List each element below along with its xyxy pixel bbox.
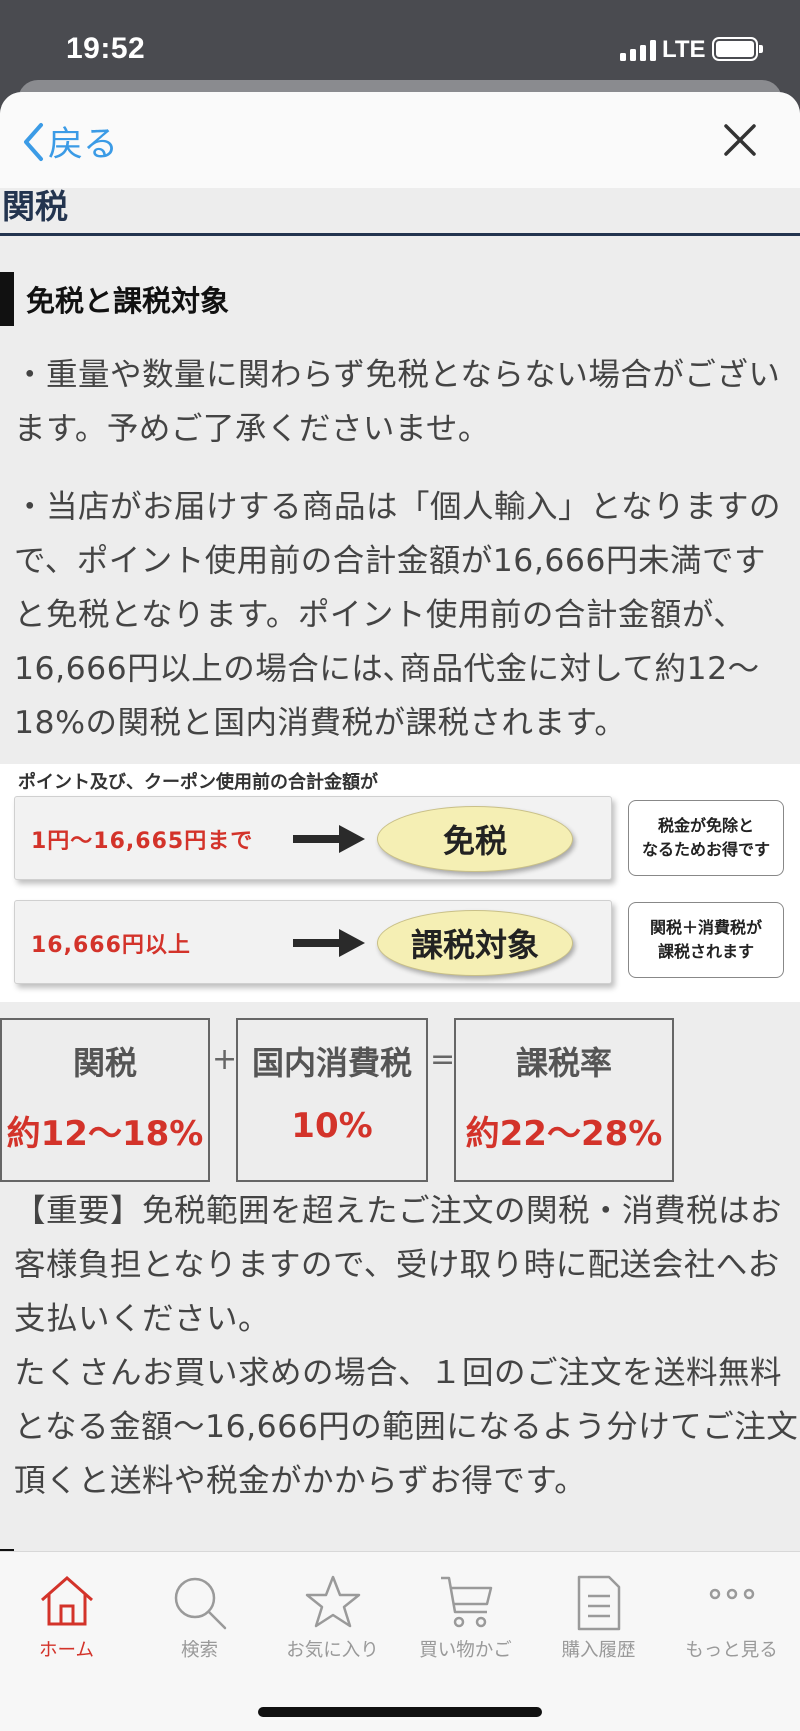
tier-note: 税金が免除と なるためお得です bbox=[628, 800, 784, 876]
formula-customs-duty: 関税 約12〜18% bbox=[0, 1018, 210, 1182]
formula-label: 関税 bbox=[72, 1044, 137, 1082]
signal-icon bbox=[620, 39, 656, 61]
tier-amount: 1円〜16,665円まで bbox=[31, 829, 254, 854]
tier-note-line: なるためお得です bbox=[641, 840, 770, 859]
important-notice-line: たくさんお買い求めの場合、１回のご注文を送料無料となる金額〜16,666円の範囲… bbox=[14, 1355, 799, 1499]
image-caption: ポイント及び、クーポン使用前の合計金額が bbox=[18, 772, 378, 793]
chevron-left-icon bbox=[24, 122, 43, 161]
tab-favorites[interactable]: お気に入り bbox=[266, 1552, 399, 1672]
tab-history[interactable]: 購入履歴 bbox=[532, 1552, 665, 1672]
formula-value: 約22〜28% bbox=[465, 1114, 663, 1154]
formula-label: 国内消費税 bbox=[251, 1044, 412, 1082]
cart-icon bbox=[440, 1576, 492, 1628]
home-indicator bbox=[258, 1707, 542, 1717]
tab-label: ホーム bbox=[39, 1640, 94, 1661]
tab-bar: ホーム 検索 お気に入り 買い物かご 購入履歴 もっと見る bbox=[0, 1551, 800, 1731]
back-label: 戻る bbox=[48, 125, 119, 165]
page-content: 関税 免税と課税対象 ・重量や数量に関わらず免税とならない場合がございます。予め… bbox=[0, 92, 800, 1555]
plus-sign: + bbox=[212, 1042, 238, 1077]
formula-value: 10% bbox=[291, 1106, 373, 1146]
tab-cart[interactable]: 買い物かご bbox=[399, 1552, 532, 1672]
tier-result: 課税対象 bbox=[377, 910, 573, 976]
equals-sign: = bbox=[430, 1042, 456, 1077]
formula-consumption-tax: 国内消費税 10% bbox=[236, 1018, 428, 1182]
tier-note-line: 課税されます bbox=[657, 942, 754, 961]
tier-note-line: 関税＋消費税が bbox=[649, 918, 762, 937]
back-button[interactable]: 戻る bbox=[22, 116, 118, 167]
tab-label: お気に入り bbox=[286, 1640, 379, 1661]
sub-heading: 免税と課税対象 bbox=[0, 272, 229, 326]
heading-marker bbox=[0, 272, 14, 326]
battery-icon bbox=[712, 37, 763, 61]
history-icon bbox=[577, 1575, 620, 1631]
tier-row-exempt: 1円〜16,665円まで 免税 bbox=[14, 796, 612, 880]
tier-result: 免税 bbox=[377, 806, 573, 872]
formula-total-rate: 課税率 約22〜28% bbox=[454, 1018, 674, 1182]
tier-row-taxable: 16,666円以上 課税対象 bbox=[14, 900, 612, 984]
nav-bar: 戻る bbox=[0, 92, 800, 188]
notice-paragraph-2: ・当店がお届けする商品は「個人輸入」となりますので、ポイント使用前の合計金額が1… bbox=[14, 489, 782, 741]
notice-paragraph-1: ・重量や数量に関わらず免税とならない場合がございます。予めご了承くださいませ。 bbox=[14, 357, 781, 447]
tab-label: 購入履歴 bbox=[561, 1640, 636, 1661]
formula-value: 約12〜18% bbox=[6, 1114, 204, 1154]
arrow-right-icon bbox=[293, 929, 365, 957]
tab-label: 買い物かご bbox=[419, 1640, 512, 1661]
important-notice-line: 【重要】免税範囲を超えたご注文の関税・消費税はお客様負担となりますので、受け取り… bbox=[14, 1193, 783, 1337]
tier-note-line: 税金が免除と bbox=[657, 816, 754, 835]
tax-explanation-image: ポイント及び、クーポン使用前の合計金額が 1円〜16,665円まで 免税 税金が… bbox=[0, 764, 800, 1002]
important-notice: 【重要】免税範囲を超えたご注文の関税・消費税はお客様負担となりますので、受け取り… bbox=[14, 1184, 800, 1508]
status-bar: 19:52 LTE bbox=[0, 0, 800, 92]
formula-label: 課税率 bbox=[515, 1044, 612, 1082]
tab-search[interactable]: 検索 bbox=[133, 1552, 266, 1672]
tab-label: もっと見る bbox=[685, 1640, 778, 1661]
tab-more[interactable]: もっと見る bbox=[665, 1552, 798, 1672]
title-divider bbox=[0, 233, 800, 236]
close-icon[interactable] bbox=[718, 118, 762, 162]
search-icon bbox=[174, 1577, 226, 1630]
star-icon bbox=[305, 1575, 360, 1628]
modal-sheet: 戻る 関税 免税と課税対象 ・重量や数量に関わらず免税とならない場合がございます… bbox=[0, 92, 800, 1731]
arrow-right-icon bbox=[293, 825, 365, 853]
more-icon bbox=[709, 1588, 754, 1600]
network-type: LTE bbox=[662, 36, 706, 63]
status-time: 19:52 bbox=[66, 32, 146, 65]
home-icon bbox=[40, 1576, 93, 1626]
tier-note: 関税＋消費税が 課税されます bbox=[628, 902, 784, 978]
tab-label: 検索 bbox=[180, 1640, 218, 1661]
tier-amount: 16,666円以上 bbox=[31, 933, 191, 958]
sub-heading-text: 免税と課税対象 bbox=[26, 284, 230, 318]
tab-home[interactable]: ホーム bbox=[0, 1552, 133, 1672]
